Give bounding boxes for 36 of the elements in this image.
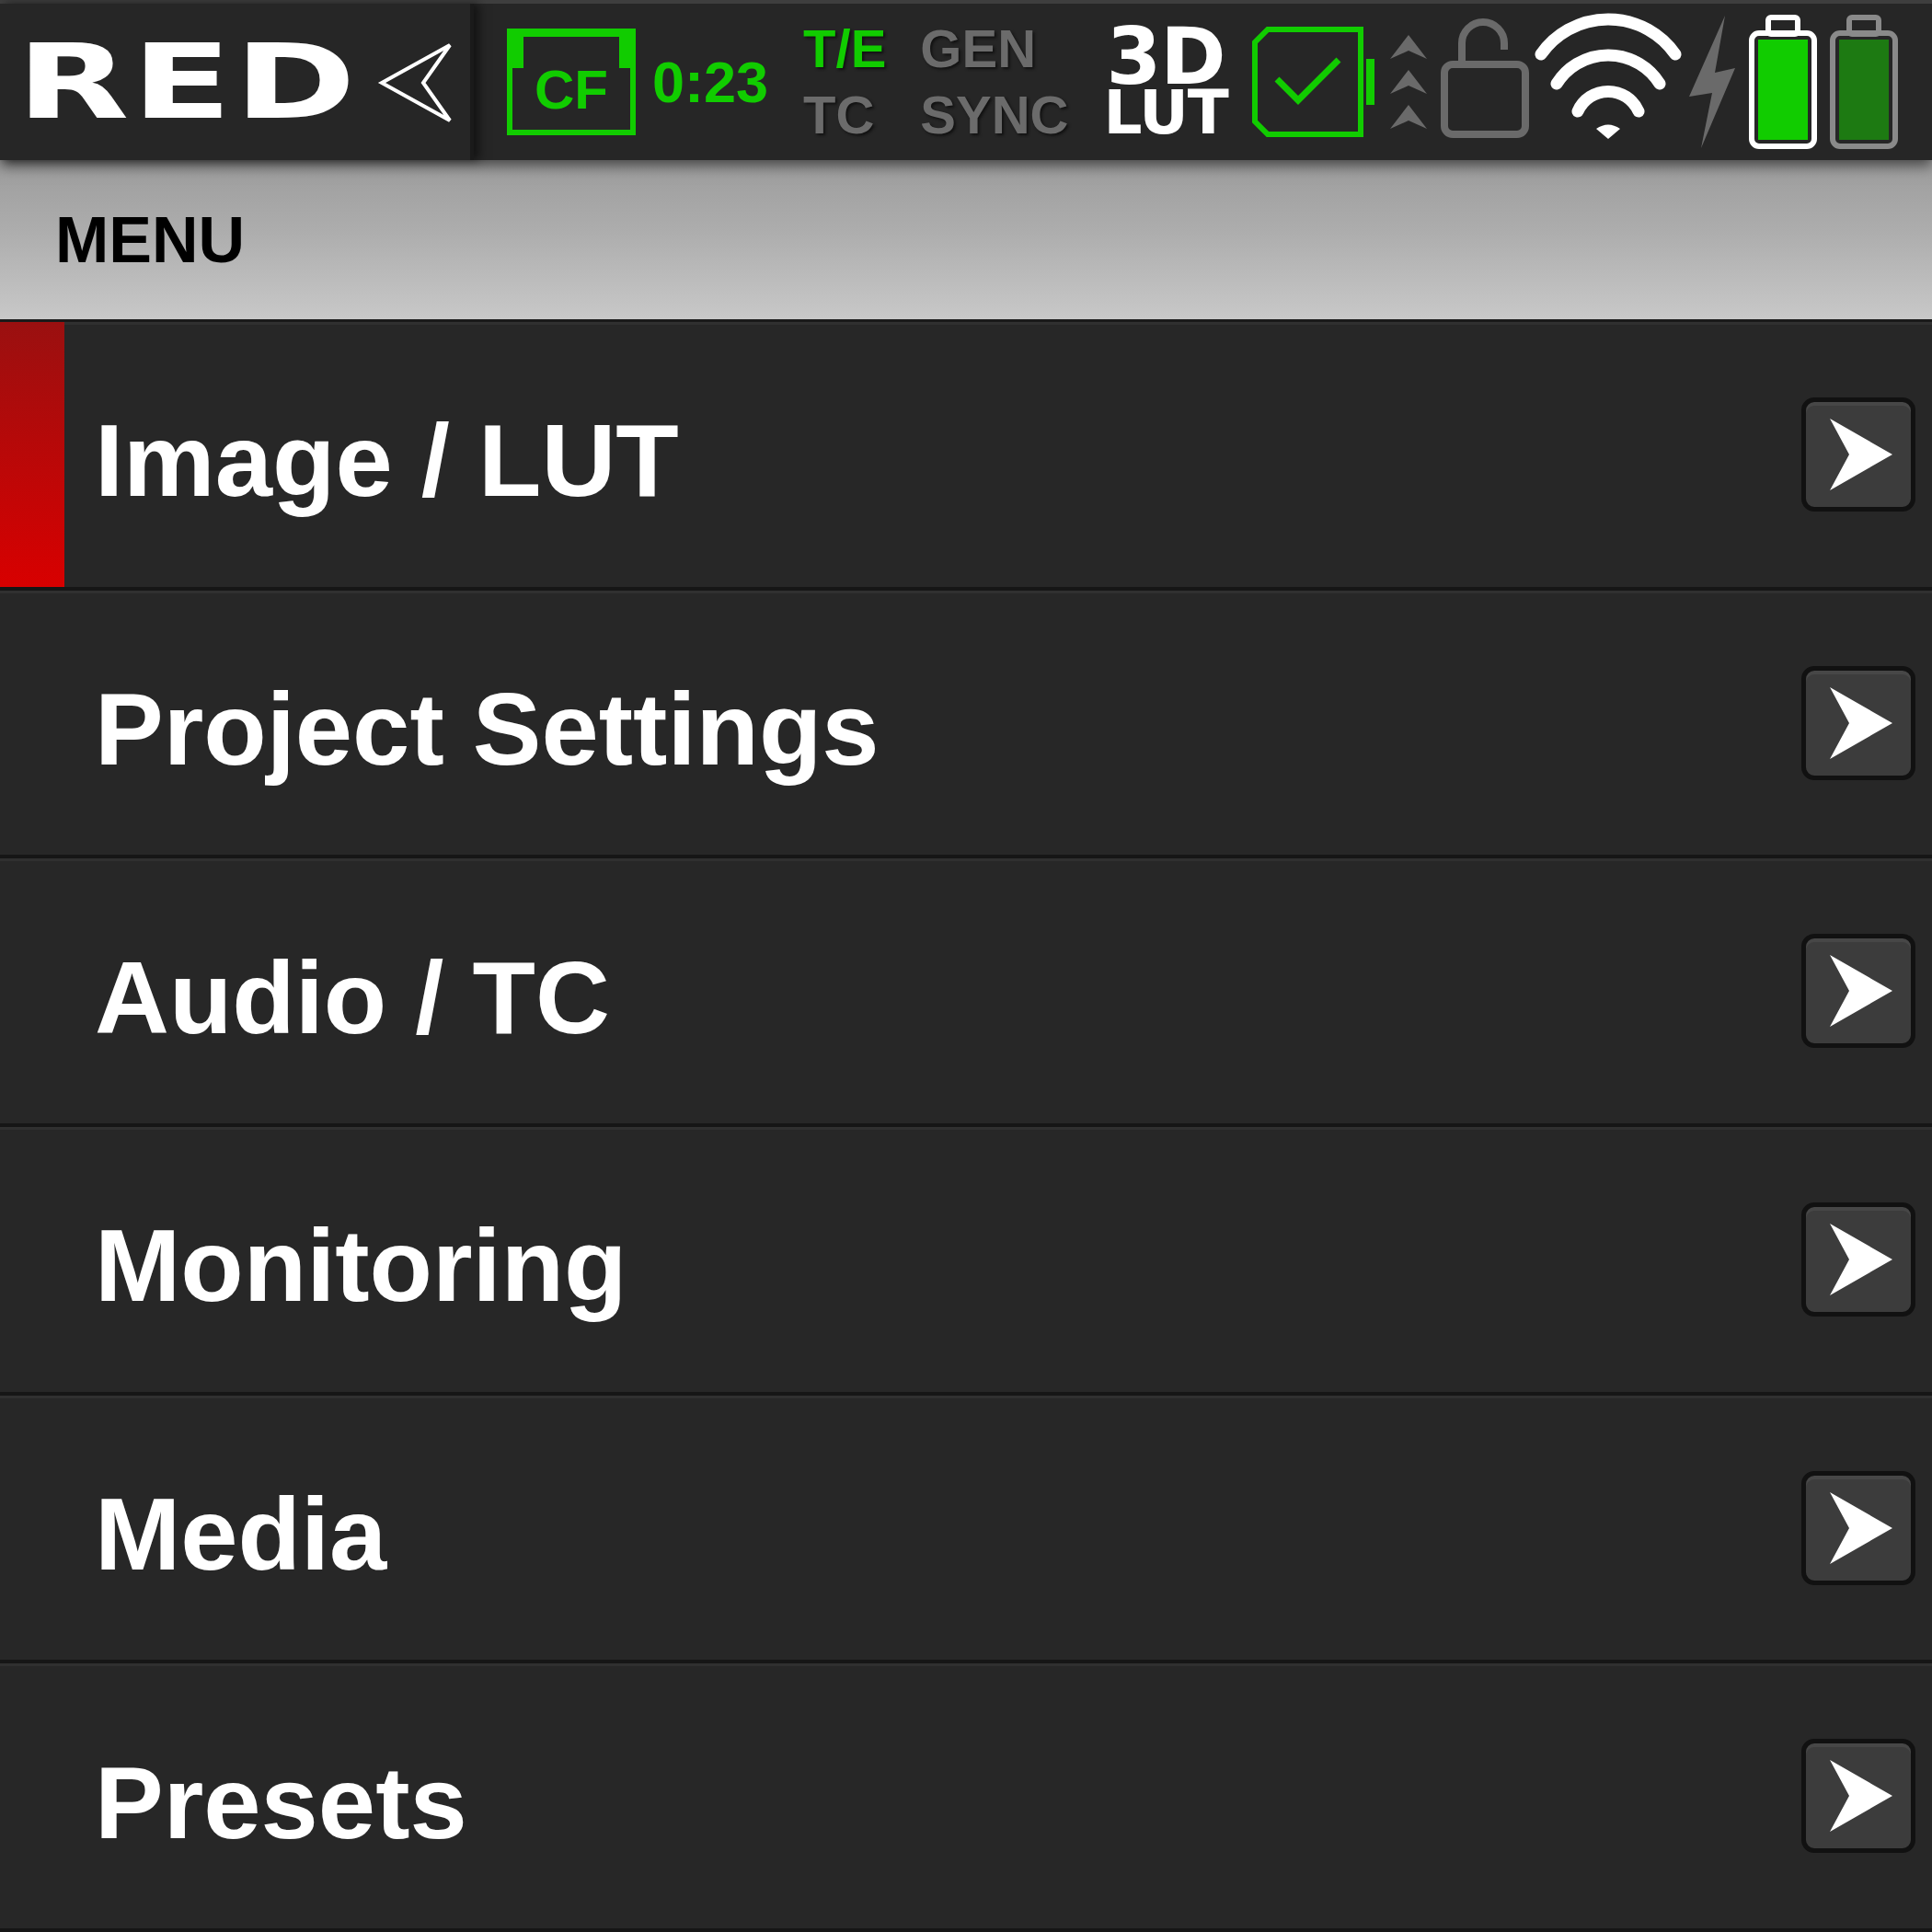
- menu-item[interactable]: Project Settings: [0, 590, 1932, 859]
- menu-item-label: Media: [95, 1476, 387, 1593]
- arrow-right-icon: [1830, 955, 1892, 1028]
- menu-item[interactable]: Monitoring: [0, 1127, 1932, 1396]
- menu-item-label: Presets: [95, 1743, 467, 1862]
- open-submenu-button[interactable]: [1801, 665, 1915, 780]
- status-label: SYNC: [920, 84, 1069, 146]
- back-arrow-icon[interactable]: [377, 41, 453, 124]
- menu-item[interactable]: Presets: [0, 1663, 1932, 1932]
- logo: RED: [17, 30, 359, 133]
- arrow-right-icon: [1830, 1223, 1892, 1295]
- arrow-right-icon: [1830, 686, 1892, 759]
- arrow-right-icon: [1830, 418, 1892, 490]
- menu-item-label: Audio / TC: [95, 938, 610, 1057]
- open-submenu-button[interactable]: [1801, 397, 1915, 512]
- menu-item-label: Project Settings: [95, 671, 880, 788]
- menu-title: MENU: [55, 202, 246, 277]
- menu-item-label: Monitoring: [95, 1207, 627, 1326]
- open-submenu-button[interactable]: [1801, 1739, 1915, 1854]
- menu-item[interactable]: Audio / TC: [0, 858, 1932, 1127]
- media-badge: CF: [507, 29, 636, 135]
- menu-item[interactable]: Media: [0, 1395, 1932, 1664]
- menu-item[interactable]: Image / LUT: [0, 322, 1932, 591]
- status-label: TC: [803, 84, 876, 146]
- lightning-icon: [1687, 16, 1736, 148]
- status-label: T/E: [803, 17, 887, 80]
- arrow-right-icon: [1830, 1491, 1892, 1564]
- lut-indicator: 3D LUT: [1103, 25, 1228, 139]
- record-time: 0:23: [652, 52, 769, 111]
- card-check-icon: [1251, 27, 1377, 137]
- open-submenu-button[interactable]: [1801, 1202, 1915, 1317]
- arrow-right-icon: [1830, 1760, 1892, 1833]
- status-label: GEN: [920, 17, 1037, 80]
- open-submenu-button[interactable]: [1801, 1470, 1915, 1585]
- open-submenu-button[interactable]: [1801, 934, 1915, 1049]
- menu-item-label: Image / LUT: [95, 402, 679, 521]
